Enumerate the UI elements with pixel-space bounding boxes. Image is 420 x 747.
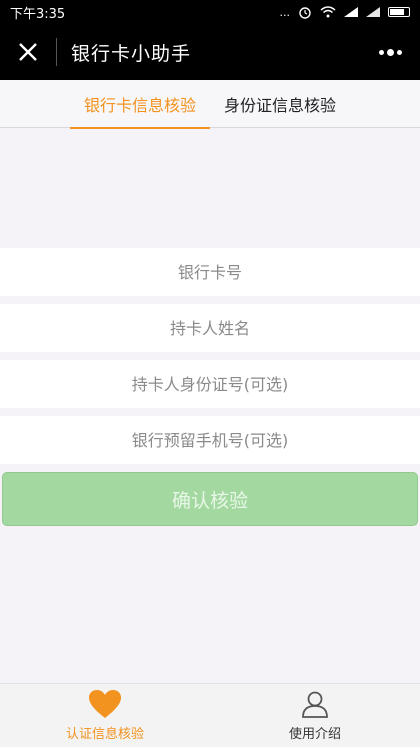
confirm-verify-button[interactable]: 确认核验 <box>2 472 418 526</box>
status-bar: 下午3:35 ... <box>0 0 420 24</box>
more-button[interactable] <box>374 38 406 66</box>
wifi-icon <box>320 6 336 18</box>
tab-bar: 银行卡信息核验 身份证信息核验 <box>0 80 420 129</box>
more-icon-dot <box>378 49 384 55</box>
user-icon <box>302 691 328 718</box>
signal-icon <box>344 7 358 17</box>
tab-bank-card-verification[interactable]: 银行卡信息核验 <box>69 80 211 129</box>
reserved-phone-field <box>0 416 420 464</box>
verification-form: 确认核验 <box>0 248 420 526</box>
alarm-icon <box>299 7 311 19</box>
cardholder-name-field <box>0 304 420 352</box>
nav-label-usage-intro: 使用介绍 <box>288 727 341 742</box>
cardholder-id-input[interactable] <box>0 360 420 408</box>
bottom-nav: 认证信息核验 使用介绍 <box>0 683 420 747</box>
cardholder-id-field <box>0 360 420 408</box>
app-header: 银行卡小助手 <box>0 24 420 80</box>
close-icon <box>19 43 37 61</box>
heart-icon <box>89 690 121 718</box>
cardholder-name-input[interactable] <box>0 304 420 352</box>
tab-id-card-verification[interactable]: 身份证信息核验 <box>210 80 350 128</box>
network-activity: ... <box>279 5 291 19</box>
bank-card-number-input[interactable] <box>0 248 420 296</box>
nav-item-verification[interactable]: 认证信息核验 <box>0 684 210 747</box>
more-icon-dot <box>386 48 394 56</box>
more-icon-dot <box>396 49 402 55</box>
reserved-phone-input[interactable] <box>0 416 420 464</box>
close-button[interactable] <box>0 24 56 80</box>
status-time: 下午3:35 <box>10 6 66 22</box>
app-title: 银行卡小助手 <box>71 42 192 65</box>
header-divider <box>56 38 57 66</box>
bank-card-number-field <box>0 248 420 296</box>
nav-label-verification: 认证信息核验 <box>65 727 144 742</box>
status-icons: ... <box>279 5 410 19</box>
battery-icon <box>388 7 410 17</box>
signal-icon-2 <box>366 7 380 17</box>
nav-item-usage-intro[interactable]: 使用介绍 <box>210 684 420 747</box>
